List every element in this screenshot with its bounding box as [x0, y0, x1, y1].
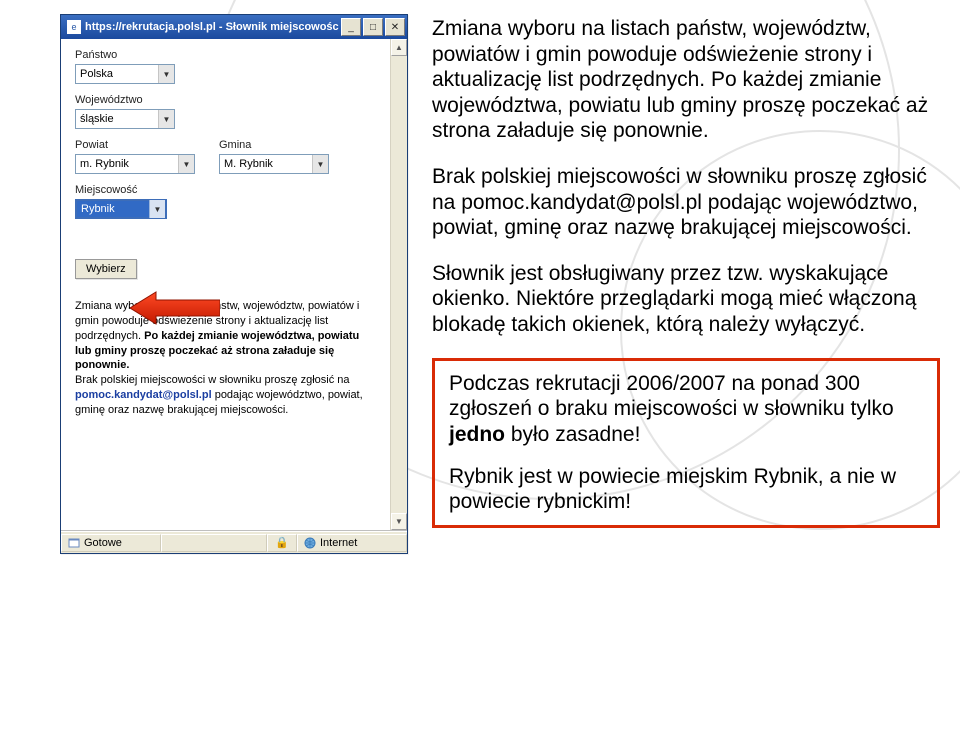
gmina-label: Gmina — [219, 139, 329, 151]
panstwo-label: Państwo — [75, 49, 393, 61]
paragraph-2: Brak polskiej miejscowości w słowniku pr… — [432, 164, 940, 241]
powiat-label: Powiat — [75, 139, 195, 151]
callout-paragraph-2: Rybnik jest w powiecie miejskim Rybnik, … — [449, 464, 923, 515]
maximize-button[interactable]: □ — [363, 18, 383, 36]
scroll-up-icon[interactable]: ▲ — [391, 39, 407, 56]
status-bar: Gotowe 🔒 Internet — [61, 531, 407, 553]
callout-paragraph-1: Podczas rekrutacji 2006/2007 na ponad 30… — [449, 371, 923, 448]
status-zone-label: Internet — [320, 537, 357, 549]
chevron-down-icon: ▼ — [312, 155, 328, 173]
callout-box: Podczas rekrutacji 2006/2007 na ponad 30… — [432, 358, 940, 528]
powiat-value: m. Rybnik — [80, 158, 178, 170]
scroll-down-icon[interactable]: ▼ — [391, 513, 407, 530]
chevron-down-icon: ▼ — [149, 200, 165, 218]
paragraph-1: Zmiana wyboru na listach państw, wojewód… — [432, 16, 940, 144]
email-link[interactable]: pomoc.kandydat@polsl.pl — [75, 389, 212, 401]
panstwo-value: Polska — [80, 68, 158, 80]
window-titlebar[interactable]: e https://rekrutacja.polsl.pl - Słownik … — [61, 15, 407, 39]
chevron-down-icon: ▼ — [158, 110, 174, 128]
wojewodztwo-select[interactable]: śląskie ▼ — [75, 109, 175, 129]
close-button[interactable]: ✕ — [385, 18, 405, 36]
chevron-down-icon: ▼ — [158, 65, 174, 83]
miejscowosc-select[interactable]: Rybnik ▼ — [75, 199, 167, 219]
popup-info-text: Zmiana wyboru na listach państw, wojewód… — [75, 299, 365, 418]
gmina-value: M. Rybnik — [224, 158, 312, 170]
paragraph-3: Słownik jest obsługiwany przez tzw. wysk… — [432, 261, 940, 338]
minimize-button[interactable]: _ — [341, 18, 361, 36]
wojewodztwo-label: Województwo — [75, 94, 393, 106]
lock-icon: 🔒 — [275, 536, 289, 549]
window-title: https://rekrutacja.polsl.pl - Słownik mi… — [85, 21, 339, 33]
panstwo-select[interactable]: Polska ▼ — [75, 64, 175, 84]
status-done-label: Gotowe — [84, 537, 122, 549]
dictionary-popup-window: e https://rekrutacja.polsl.pl - Słownik … — [60, 14, 408, 554]
done-icon — [68, 537, 80, 549]
miejscowosc-label: Miejscowość — [75, 184, 393, 196]
powiat-select[interactable]: m. Rybnik ▼ — [75, 154, 195, 174]
globe-icon — [304, 537, 316, 549]
red-arrow-icon — [130, 290, 220, 326]
slide-text: Zmiana wyboru na listach państw, wojewód… — [432, 16, 940, 528]
chevron-down-icon: ▼ — [178, 155, 194, 173]
vertical-scrollbar[interactable]: ▲ ▼ — [390, 39, 407, 530]
wojewodztwo-value: śląskie — [80, 113, 158, 125]
popup-body: ▲ ▼ Państwo Polska ▼ Województwo śląskie… — [61, 39, 407, 531]
gmina-select[interactable]: M. Rybnik ▼ — [219, 154, 329, 174]
ie-favicon-icon: e — [67, 20, 81, 34]
wybierz-button[interactable]: Wybierz — [75, 259, 137, 279]
miejscowosc-value: Rybnik — [81, 203, 149, 215]
